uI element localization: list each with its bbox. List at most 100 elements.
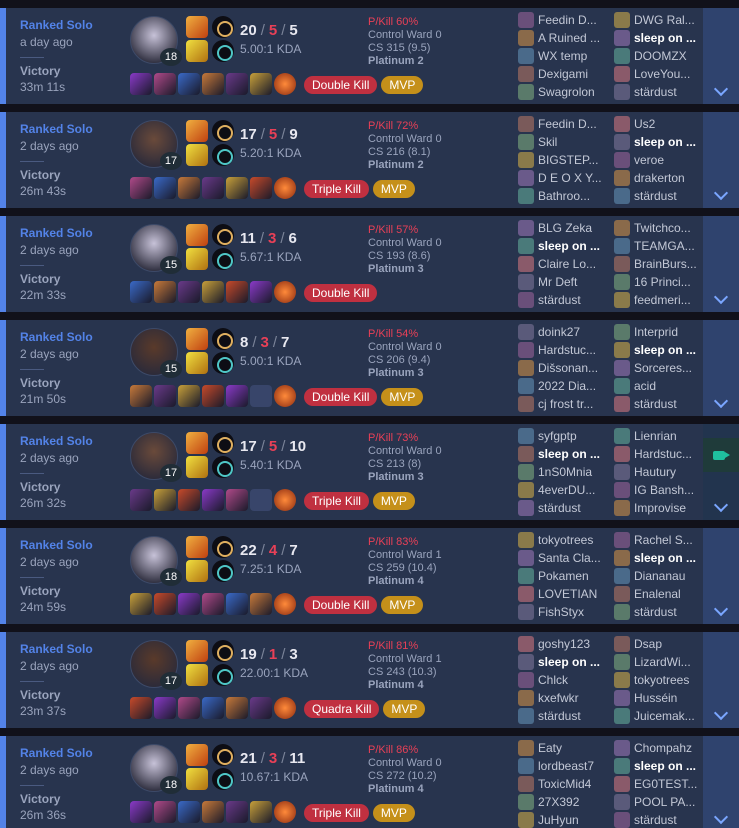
summoner-name[interactable]: D E O X Y... bbox=[538, 171, 614, 185]
keystone-rune-icon[interactable] bbox=[212, 744, 234, 766]
summoner-name[interactable]: Hautury bbox=[634, 465, 710, 479]
summoner-name[interactable]: Chompahz bbox=[634, 741, 710, 755]
item-icon[interactable] bbox=[202, 177, 224, 199]
participant[interactable]: Us2 bbox=[614, 115, 710, 133]
summoner-name[interactable]: Husséin bbox=[634, 691, 710, 705]
item-icon[interactable] bbox=[250, 281, 272, 303]
participant[interactable]: Twitchco... bbox=[614, 219, 710, 237]
participant[interactable]: lordbeast7 bbox=[518, 757, 614, 775]
keystone-rune-icon[interactable] bbox=[212, 224, 234, 246]
item-icon[interactable] bbox=[226, 281, 248, 303]
summoner-name[interactable]: drakerton bbox=[634, 171, 710, 185]
summoner-name[interactable]: kxefwkr bbox=[538, 691, 614, 705]
participant[interactable]: LizardWi... bbox=[614, 653, 710, 671]
summoner-name[interactable]: Us2 bbox=[634, 117, 710, 131]
detail-toggle[interactable] bbox=[703, 112, 739, 208]
trinket-icon[interactable] bbox=[274, 593, 296, 615]
item-icon[interactable] bbox=[178, 73, 200, 95]
trinket-icon[interactable] bbox=[274, 177, 296, 199]
item-icon[interactable] bbox=[226, 385, 248, 407]
summoner-name[interactable]: stärdust bbox=[634, 189, 710, 203]
summoner-name[interactable]: sleep on ... bbox=[538, 655, 614, 669]
secondary-rune-icon[interactable] bbox=[212, 248, 234, 270]
participant[interactable]: Claire Lo... bbox=[518, 255, 614, 273]
participant[interactable]: BIGSTEP... bbox=[518, 151, 614, 169]
participant[interactable]: sleep on ... bbox=[614, 549, 710, 567]
keystone-rune-icon[interactable] bbox=[212, 432, 234, 454]
participant[interactable]: TEAMGA... bbox=[614, 237, 710, 255]
item-icon[interactable] bbox=[202, 697, 224, 719]
item-icon[interactable] bbox=[250, 593, 272, 615]
summoner-name[interactable]: DWG Ral... bbox=[634, 13, 710, 27]
summoner-name[interactable]: Rachel S... bbox=[634, 533, 710, 547]
keystone-rune-icon[interactable] bbox=[212, 328, 234, 350]
participant[interactable]: Hardstuc... bbox=[614, 445, 710, 463]
participant[interactable]: Skil bbox=[518, 133, 614, 151]
participant[interactable]: 16 Princi... bbox=[614, 273, 710, 291]
participant[interactable]: Chompahz bbox=[614, 739, 710, 757]
participant[interactable]: EG0TEST... bbox=[614, 775, 710, 793]
summoner-name[interactable]: Feedin D... bbox=[538, 13, 614, 27]
participant[interactable]: Mr Deft bbox=[518, 273, 614, 291]
summoner-name[interactable]: doink27 bbox=[538, 325, 614, 339]
participant[interactable]: 2022 Dia... bbox=[518, 377, 614, 395]
summoner-name[interactable]: Swagrolon bbox=[538, 85, 614, 99]
summoner-name[interactable]: 1nS0Mnia bbox=[538, 465, 614, 479]
summoner-name[interactable]: Skil bbox=[538, 135, 614, 149]
item-icon[interactable] bbox=[178, 385, 200, 407]
summoner-name[interactable]: feedmeri... bbox=[634, 293, 710, 307]
summoner-spell-icon[interactable] bbox=[186, 352, 208, 374]
summoner-name[interactable]: stärdust bbox=[634, 397, 710, 411]
match-card[interactable]: Ranked Solo 2 days ago Victory 22m 33s 1… bbox=[0, 216, 739, 312]
summoner-name[interactable]: sleep on ... bbox=[538, 447, 614, 461]
summoner-name[interactable]: Bathroo... bbox=[538, 189, 614, 203]
summoner-name[interactable]: stärdust bbox=[538, 501, 614, 515]
summoner-name[interactable]: Santa Cla... bbox=[538, 551, 614, 565]
trinket-icon[interactable] bbox=[274, 385, 296, 407]
secondary-rune-icon[interactable] bbox=[212, 456, 234, 478]
participant[interactable]: Juicemak... bbox=[614, 707, 710, 725]
summoner-name[interactable]: 16 Princi... bbox=[634, 275, 710, 289]
participant[interactable]: Swagrolon bbox=[518, 83, 614, 101]
trinket-icon[interactable] bbox=[274, 281, 296, 303]
item-icon[interactable] bbox=[130, 73, 152, 95]
item-icon[interactable] bbox=[250, 801, 272, 823]
summoner-name[interactable]: stärdust bbox=[538, 709, 614, 723]
summoner-name[interactable]: BIGSTEP... bbox=[538, 153, 614, 167]
summoner-name[interactable]: Mr Deft bbox=[538, 275, 614, 289]
summoner-spell-icon[interactable] bbox=[186, 144, 208, 166]
participant[interactable]: stärdust bbox=[614, 395, 710, 413]
participant[interactable]: veroe bbox=[614, 151, 710, 169]
item-icon[interactable] bbox=[154, 177, 176, 199]
detail-toggle[interactable] bbox=[703, 736, 739, 828]
keystone-rune-icon[interactable] bbox=[212, 536, 234, 558]
item-icon[interactable] bbox=[226, 593, 248, 615]
trinket-icon[interactable] bbox=[274, 73, 296, 95]
participant[interactable]: tokyotrees bbox=[614, 671, 710, 689]
participant[interactable]: sleep on ... bbox=[614, 133, 710, 151]
participant[interactable]: kxefwkr bbox=[518, 689, 614, 707]
item-icon[interactable] bbox=[250, 177, 272, 199]
summoner-name[interactable]: sleep on ... bbox=[634, 343, 710, 357]
item-icon[interactable] bbox=[178, 281, 200, 303]
summoner-name[interactable]: Improvise bbox=[634, 501, 710, 515]
participant[interactable]: stärdust bbox=[614, 83, 710, 101]
participant[interactable]: Santa Cla... bbox=[518, 549, 614, 567]
summoner-name[interactable]: 27X392 bbox=[538, 795, 614, 809]
detail-toggle[interactable] bbox=[703, 320, 739, 416]
item-icon[interactable] bbox=[202, 385, 224, 407]
secondary-rune-icon[interactable] bbox=[212, 40, 234, 62]
participant[interactable]: Bathroo... bbox=[518, 187, 614, 205]
summoner-name[interactable]: Sorceres... bbox=[634, 361, 710, 375]
participant[interactable]: IG Bansh... bbox=[614, 481, 710, 499]
match-card[interactable]: Ranked Solo 2 days ago Victory 24m 59s 1… bbox=[0, 528, 739, 624]
item-icon[interactable] bbox=[130, 177, 152, 199]
secondary-rune-icon[interactable] bbox=[212, 768, 234, 790]
summoner-spell-icon[interactable] bbox=[186, 328, 208, 350]
item-icon[interactable] bbox=[226, 697, 248, 719]
participant[interactable]: stärdust bbox=[518, 707, 614, 725]
summoner-name[interactable]: sleep on ... bbox=[634, 135, 710, 149]
summoner-name[interactable]: DOOMZX bbox=[634, 49, 710, 63]
summoner-name[interactable]: BLG Zeka bbox=[538, 221, 614, 235]
summoner-name[interactable]: EG0TEST... bbox=[634, 777, 710, 791]
